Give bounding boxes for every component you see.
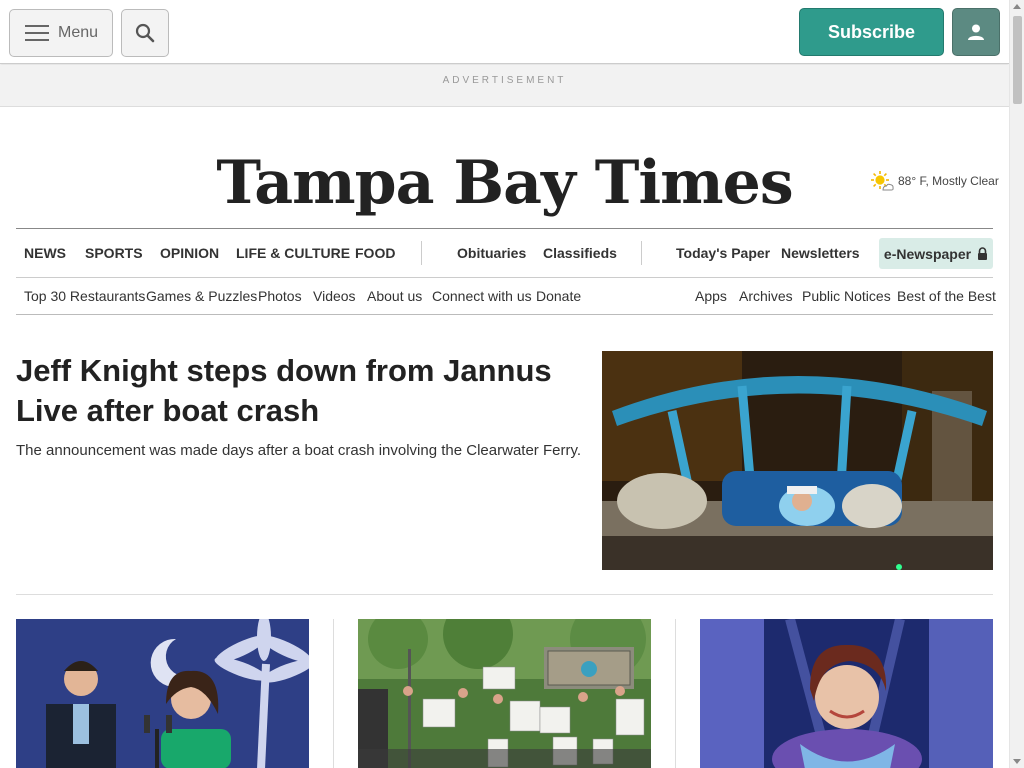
advertisement-label: ADVERTISEMENT — [442, 75, 567, 86]
nav-divider — [641, 241, 642, 265]
nav-best-of-the-best[interactable]: Best of the Best — [897, 288, 996, 304]
hamburger-icon — [25, 25, 49, 41]
nav-news[interactable]: NEWS — [24, 245, 66, 261]
nav-divider — [421, 241, 422, 265]
nav-newsletters[interactable]: Newsletters — [781, 245, 860, 261]
nav-apps[interactable]: Apps — [695, 288, 727, 304]
enewspaper-button[interactable]: e-Newspaper — [879, 238, 993, 269]
page-scrollbar[interactable] — [1009, 0, 1024, 768]
weather-text: 88° F, Mostly Clear — [898, 174, 999, 188]
lead-dek: The announcement was made days after a b… — [16, 442, 582, 459]
enewspaper-label: e-Newspaper — [883, 245, 972, 262]
card-divider — [333, 619, 334, 768]
nav-life-culture[interactable]: LIFE & CULTURE — [236, 245, 350, 261]
nav-public-notices[interactable]: Public Notices — [802, 288, 891, 304]
account-button[interactable] — [952, 8, 1000, 56]
lock-icon — [978, 247, 988, 260]
nav-classifieds[interactable]: Classifieds — [543, 245, 617, 261]
nav-games-puzzles[interactable]: Games & Puzzles — [146, 288, 257, 304]
nav-top-30-restaurants[interactable]: Top 30 Restaurants — [24, 288, 145, 304]
nav-donate[interactable]: Donate — [536, 288, 581, 304]
card-divider — [675, 619, 676, 768]
nav-connect-with-us[interactable]: Connect with us — [432, 288, 532, 304]
nav-archives[interactable]: Archives — [739, 288, 793, 304]
lead-story-image[interactable] — [602, 351, 993, 570]
nav-sports[interactable]: SPORTS — [85, 245, 143, 261]
nav-opinion[interactable]: OPINION — [160, 245, 219, 261]
story-card-image[interactable] — [358, 619, 651, 768]
nav-obituaries[interactable]: Obituaries — [457, 245, 526, 261]
search-button[interactable] — [121, 9, 169, 57]
subscribe-button[interactable]: Subscribe — [799, 8, 944, 56]
nav-todays-paper[interactable]: Today's Paper — [676, 245, 770, 261]
nav-about-us[interactable]: About us — [367, 288, 422, 304]
nav-food[interactable]: FOOD — [355, 245, 395, 261]
menu-button[interactable]: Menu — [9, 9, 113, 57]
site-logo[interactable]: Tampa Bay Times — [0, 148, 1009, 218]
secondary-nav: Top 30 Restaurants Games & Puzzles Photo… — [16, 278, 996, 315]
primary-nav: NEWS SPORTS OPINION LIFE & CULTURE FOOD … — [16, 228, 993, 278]
top-bar: Menu Subscribe — [0, 0, 1009, 64]
nav-photos[interactable]: Photos — [258, 288, 302, 304]
weather-widget[interactable]: 88° F, Mostly Clear — [870, 170, 999, 192]
sun-cloud-icon — [871, 171, 894, 191]
account-icon — [968, 24, 984, 40]
story-card-image[interactable] — [700, 619, 993, 768]
page: Menu Subscribe ADVERTISEMENT Tampa Bay T… — [0, 0, 1024, 768]
section-divider — [16, 594, 993, 595]
scroll-up-arrow-icon[interactable] — [1013, 4, 1021, 9]
menu-label: Menu — [58, 24, 99, 41]
search-icon — [135, 23, 155, 43]
scrollbar-thumb[interactable] — [1013, 16, 1022, 104]
story-card-image[interactable] — [16, 619, 309, 768]
advertisement-slot: ADVERTISEMENT — [0, 65, 1009, 107]
lead-headline[interactable]: Jeff Knight steps down from Jannus Live … — [16, 351, 586, 431]
scroll-down-arrow-icon[interactable] — [1013, 759, 1021, 764]
nav-videos[interactable]: Videos — [313, 288, 356, 304]
